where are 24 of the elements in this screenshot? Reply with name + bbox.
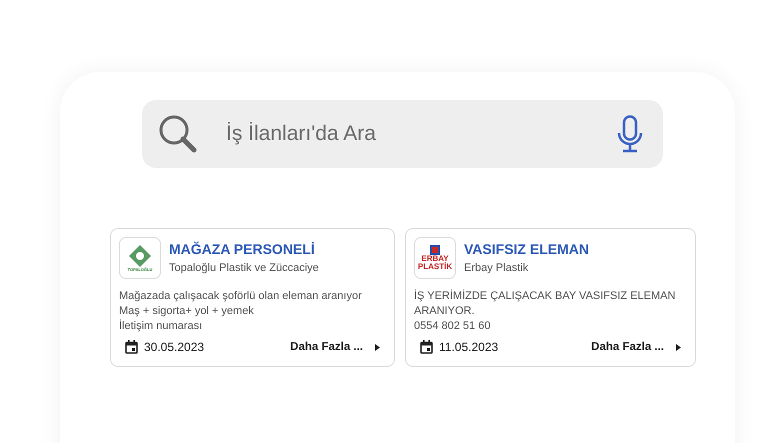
company-name: Topaloğlu Plastik ve Züccaciye [169,262,319,274]
search-icon [158,114,198,154]
job-card[interactable]: ERBAY PLASTİK VASIFSIZ ELEMAN Erbay Plastik İŞ YERİMİZDE ÇALIŞACAK BAY VASIFSIZ ELEMAN ARANIYOR. 0554 802 51 60 11.05.2023 Daha Fazla ... [405,228,696,367]
description-line: İŞ YERİMİZDE ÇALIŞACAK BAY VASIFSIZ ELEMAN ARANIYOR. [414,289,676,319]
square-icon [430,245,440,255]
job-title: VASIFSIZ ELEMAN [464,241,589,257]
description-line: 0554 802 51 60 [414,319,492,334]
description-line: Maş + sigorta+ yol + yemek [119,304,255,319]
posting-date: 11.05.2023 [439,340,500,354]
job-title: MAĞAZA PERSONELİ [169,241,316,257]
more-link[interactable]: Daha Fazla ... [290,341,363,353]
caret-icon[interactable] [676,344,681,350]
posting-date: 30.05.2023 [144,340,206,354]
logo-text: ERBAY PLASTİK [417,255,453,271]
more-link[interactable]: Daha Fazla ... [591,341,664,353]
diamond-icon [129,244,151,266]
description-line: Mağazada çalışacak şoförlü olan eleman aranıyor [119,289,363,304]
description-line: İletişim numarası [119,319,204,334]
microphone-icon[interactable] [617,115,643,153]
search-field[interactable]: İş İlanları'da Ara [142,100,663,168]
calendar-icon [125,340,138,354]
calendar-icon [420,340,433,354]
company-name: Erbay Plastik [464,262,530,274]
caret-icon[interactable] [375,344,380,350]
